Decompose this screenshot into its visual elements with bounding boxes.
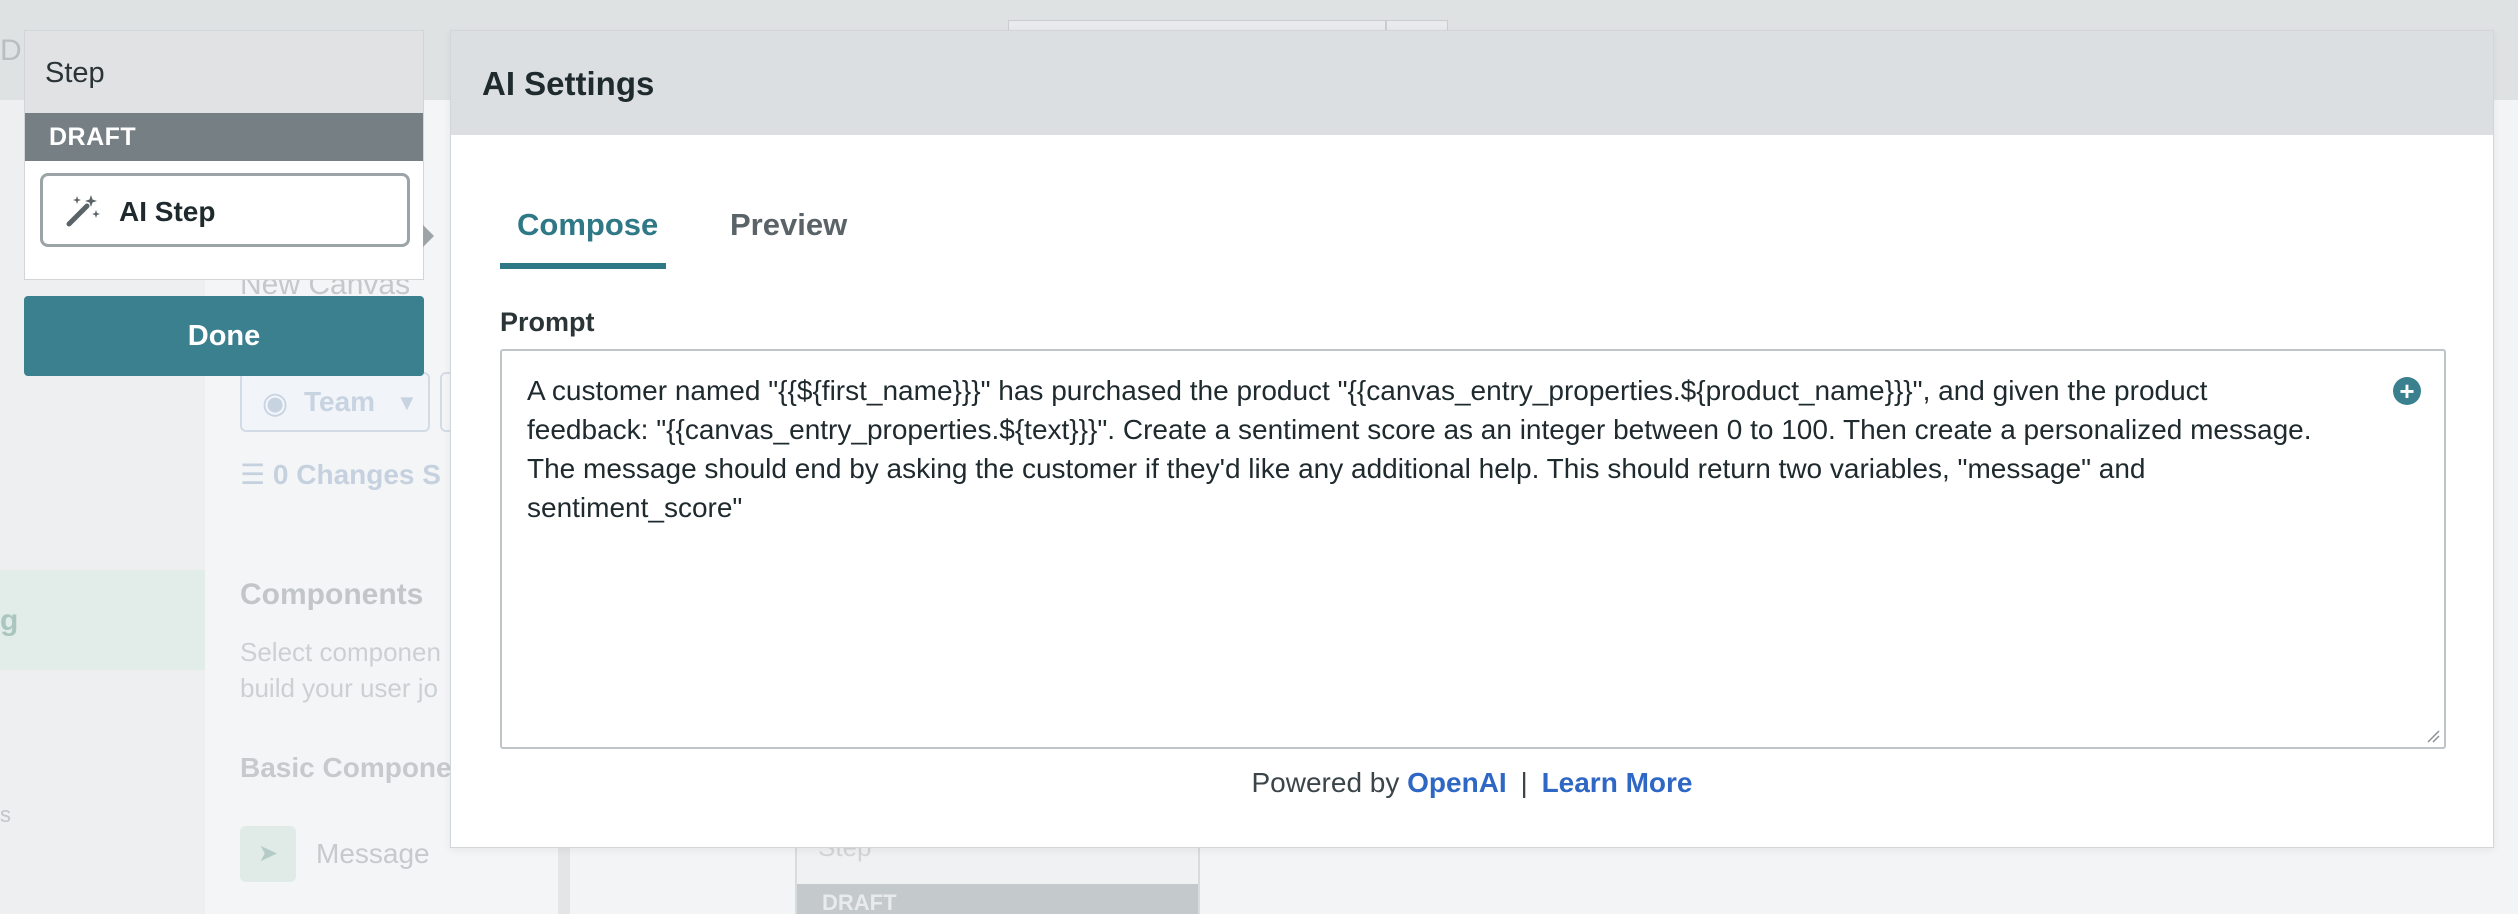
components-title: Components	[240, 578, 424, 611]
canvas-step-card-draft-label: DRAFT	[822, 890, 897, 914]
resize-handle-icon[interactable]	[2426, 729, 2440, 743]
done-button[interactable]: Done	[24, 296, 424, 376]
left-nav-small-label: s	[0, 802, 11, 827]
step-panel: Step DRAFT AI Step	[24, 30, 434, 280]
draft-status-label: DRAFT	[49, 123, 137, 151]
modal-title: AI Settings	[482, 65, 655, 102]
left-nav-active-label: g	[0, 604, 19, 637]
team-select-label: Team	[304, 386, 376, 417]
powered-by-label: Powered by	[1251, 767, 1400, 798]
list-icon: ☰	[240, 459, 273, 490]
step-header-label: Step	[45, 57, 105, 89]
footer-separator: |	[1520, 767, 1528, 798]
changes-summary: ☰ 0 Changes S	[240, 458, 441, 491]
openai-link[interactable]: OpenAI	[1407, 767, 1507, 798]
tab-compose[interactable]: Compose	[517, 207, 658, 243]
prompt-text[interactable]: A customer named "{{${first_name}}}" has…	[527, 371, 2327, 527]
plus-circle-icon[interactable]: +	[2393, 377, 2421, 405]
send-icon: ➤	[240, 826, 296, 882]
active-tab-indicator	[500, 263, 666, 269]
tab-preview[interactable]: Preview	[730, 207, 847, 243]
caret-down-icon: ▼	[396, 390, 418, 415]
powered-by-footer: Powered by OpenAI | Learn More	[451, 767, 2493, 799]
prompt-label: Prompt	[500, 307, 595, 337]
magic-wand-icon	[66, 195, 100, 227]
prompt-textarea[interactable]: A customer named "{{${first_name}}}" has…	[500, 349, 2446, 749]
basic-components-title: Basic Compone	[240, 752, 452, 783]
globe-icon: ◉	[262, 387, 289, 420]
components-description: Select componen build your user jo	[240, 637, 441, 703]
learn-more-link[interactable]: Learn More	[1542, 767, 1693, 798]
ai-step-label: AI Step	[119, 196, 216, 227]
node-pointer-arrow	[423, 225, 434, 247]
modal-header	[451, 31, 2493, 135]
ai-settings-modal: AI Settings Compose Preview Prompt A cus…	[450, 30, 2494, 848]
top-bar-text: D	[0, 34, 22, 67]
changes-summary-label: 0 Changes S	[272, 459, 441, 490]
message-component: Message	[316, 838, 430, 869]
left-nav-active-item	[0, 570, 205, 670]
ai-step-node[interactable]: AI Step	[40, 173, 410, 247]
